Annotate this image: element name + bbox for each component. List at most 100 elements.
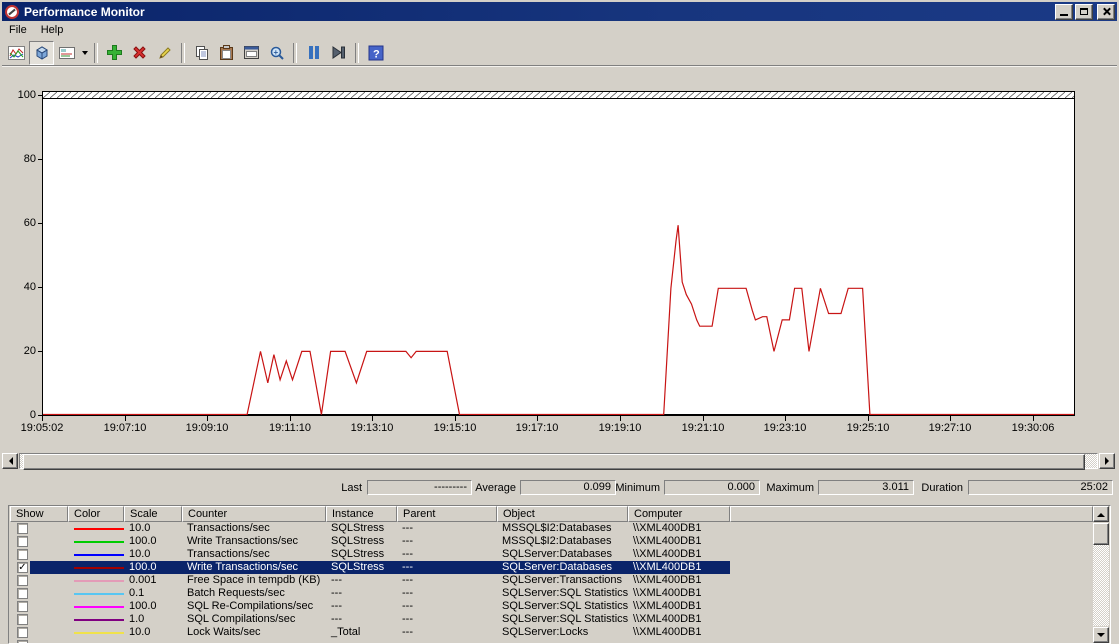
column-header-parent[interactable]: Parent (397, 506, 497, 522)
show-checkbox[interactable] (17, 536, 28, 547)
row-highlight (30, 548, 68, 561)
y-axis-tick (38, 223, 42, 224)
zoom-button[interactable]: + (264, 41, 289, 65)
column-header-show[interactable]: Show (10, 506, 68, 522)
highlight-button[interactable] (152, 41, 177, 65)
column-header-object[interactable]: Object (497, 506, 628, 522)
cell-show (10, 587, 68, 600)
cell-filler (730, 626, 1093, 639)
cell-object: SQLServer:SQL Statistics (502, 587, 628, 599)
delete-counter-button[interactable] (127, 41, 152, 65)
cell-parent: --- (402, 587, 413, 599)
x-axis-label: 19:09:10 (185, 422, 229, 434)
duration-value: 25:02 (968, 480, 1113, 495)
add-counter-button[interactable] (102, 41, 127, 65)
show-checkbox[interactable] (17, 601, 28, 612)
report-icon (58, 45, 76, 61)
cell-filler (730, 522, 1093, 535)
scrollbar-thumb[interactable] (23, 454, 1085, 470)
table-row[interactable]: 0.001 Free Space in tempdb (KB) --- --- SQLS… (10, 574, 1093, 587)
view-log-data-button[interactable] (29, 40, 54, 65)
cube-icon (33, 44, 51, 62)
cell-show: ✓ (10, 561, 68, 574)
highlight-icon (157, 45, 173, 61)
table-row[interactable]: 100.0 Write Transactions/sec SQLStress --- M… (10, 535, 1093, 548)
cell-instance: --- (331, 613, 342, 625)
right-arrow-icon (1104, 457, 1113, 465)
menu-bar: File Help (2, 21, 1117, 40)
copy-properties-button[interactable] (189, 41, 214, 65)
menu-file[interactable]: File (2, 22, 34, 39)
counter-color-swatch (73, 605, 124, 608)
maximum-value: 3.011 (818, 480, 914, 495)
chevron-down-icon (81, 51, 88, 58)
row-highlight (30, 613, 68, 626)
table-row[interactable]: 10.0 Transactions/sec SQLStress --- MSSQL$I2… (10, 522, 1093, 535)
view-current-activity-button[interactable] (4, 41, 29, 65)
table-row[interactable] (10, 639, 1093, 643)
up-arrow-icon (1097, 509, 1105, 517)
cell-object (497, 639, 628, 643)
cell-object: SQLServer:Databases (502, 548, 613, 560)
cell-object: MSSQL$I2:Databases (502, 535, 612, 547)
column-header-scale[interactable]: Scale (124, 506, 182, 522)
scroll-right-button[interactable] (1099, 453, 1115, 469)
show-checkbox[interactable] (17, 640, 28, 643)
cell-instance: --- (331, 574, 342, 586)
maximize-button[interactable] (1075, 3, 1093, 20)
table-row[interactable]: 10.0 Lock Waits/sec _Total --- SQLServer:Loc… (10, 626, 1093, 639)
table-row[interactable]: 0.1 Batch Requests/sec --- --- SQLServer:SQL… (10, 587, 1093, 600)
scroll-left-button[interactable] (2, 453, 18, 469)
maximum-label: Maximum (766, 482, 814, 494)
show-checkbox[interactable] (17, 627, 28, 638)
minimize-button[interactable] (1055, 3, 1073, 20)
toolbar-separator (181, 42, 185, 63)
x-axis-label: 19:23:10 (763, 422, 807, 434)
show-checkbox[interactable] (17, 588, 28, 599)
graph-type-dropdown-arrow[interactable] (79, 42, 90, 64)
x-axis-label: 19:30:06 (1011, 422, 1055, 434)
cell-filler (730, 613, 1093, 626)
cell-filler (730, 600, 1093, 613)
column-header-computer[interactable]: Computer (628, 506, 730, 522)
close-button[interactable] (1097, 3, 1115, 20)
minimum-value: 0.000 (664, 480, 760, 495)
x-axis-label: 19:21:10 (681, 422, 725, 434)
scroll-up-button[interactable] (1093, 506, 1109, 522)
app-icon (5, 4, 19, 19)
table-row[interactable]: 100.0 SQL Re-Compilations/sec --- --- SQLSer… (10, 600, 1093, 613)
menu-help[interactable]: Help (34, 22, 71, 39)
column-header-instance[interactable]: Instance (326, 506, 397, 522)
table-row[interactable]: 1.0 SQL Compilations/sec --- --- SQLServer:S… (10, 613, 1093, 626)
show-checkbox[interactable] (17, 549, 28, 560)
show-checkbox[interactable]: ✓ (17, 562, 28, 573)
properties-button[interactable] (239, 41, 264, 65)
show-checkbox[interactable] (17, 614, 28, 625)
paste-counter-list-button[interactable] (214, 41, 239, 65)
update-data-button[interactable] (326, 41, 351, 65)
table-row[interactable]: ✓ 100.0 Write Transactions/sec SQLStress ---… (10, 561, 1093, 574)
cell-counter: Write Transactions/sec (182, 561, 326, 574)
scroll-down-button[interactable] (1093, 627, 1109, 643)
view-report-button[interactable] (54, 41, 79, 65)
table-scrollbar-thumb[interactable] (1093, 523, 1109, 545)
scrollbar-track[interactable] (19, 453, 1098, 470)
table-row[interactable]: 10.0 Transactions/sec SQLStress --- SQLServe… (10, 548, 1093, 561)
column-header-counter[interactable]: Counter (182, 506, 326, 522)
chart-plot-area (42, 91, 1075, 416)
show-checkbox[interactable] (17, 575, 28, 586)
help-button[interactable]: ? (363, 41, 388, 65)
column-header-color[interactable]: Color (68, 506, 124, 522)
cell-computer (628, 639, 730, 643)
freeze-display-button[interactable] (301, 41, 326, 65)
show-checkbox[interactable] (17, 523, 28, 534)
cell-computer: \\XML400DB1 (633, 600, 702, 612)
minimize-icon (1060, 14, 1068, 16)
counter-color-swatch (73, 566, 124, 569)
cell-counter: Batch Requests/sec (187, 587, 285, 599)
cell-instance: --- (331, 600, 342, 612)
table-scrollbar-track[interactable] (1093, 523, 1109, 626)
zoom-icon: + (269, 45, 285, 61)
title-bar: Performance Monitor (2, 2, 1117, 21)
svg-text:?: ? (373, 48, 380, 60)
